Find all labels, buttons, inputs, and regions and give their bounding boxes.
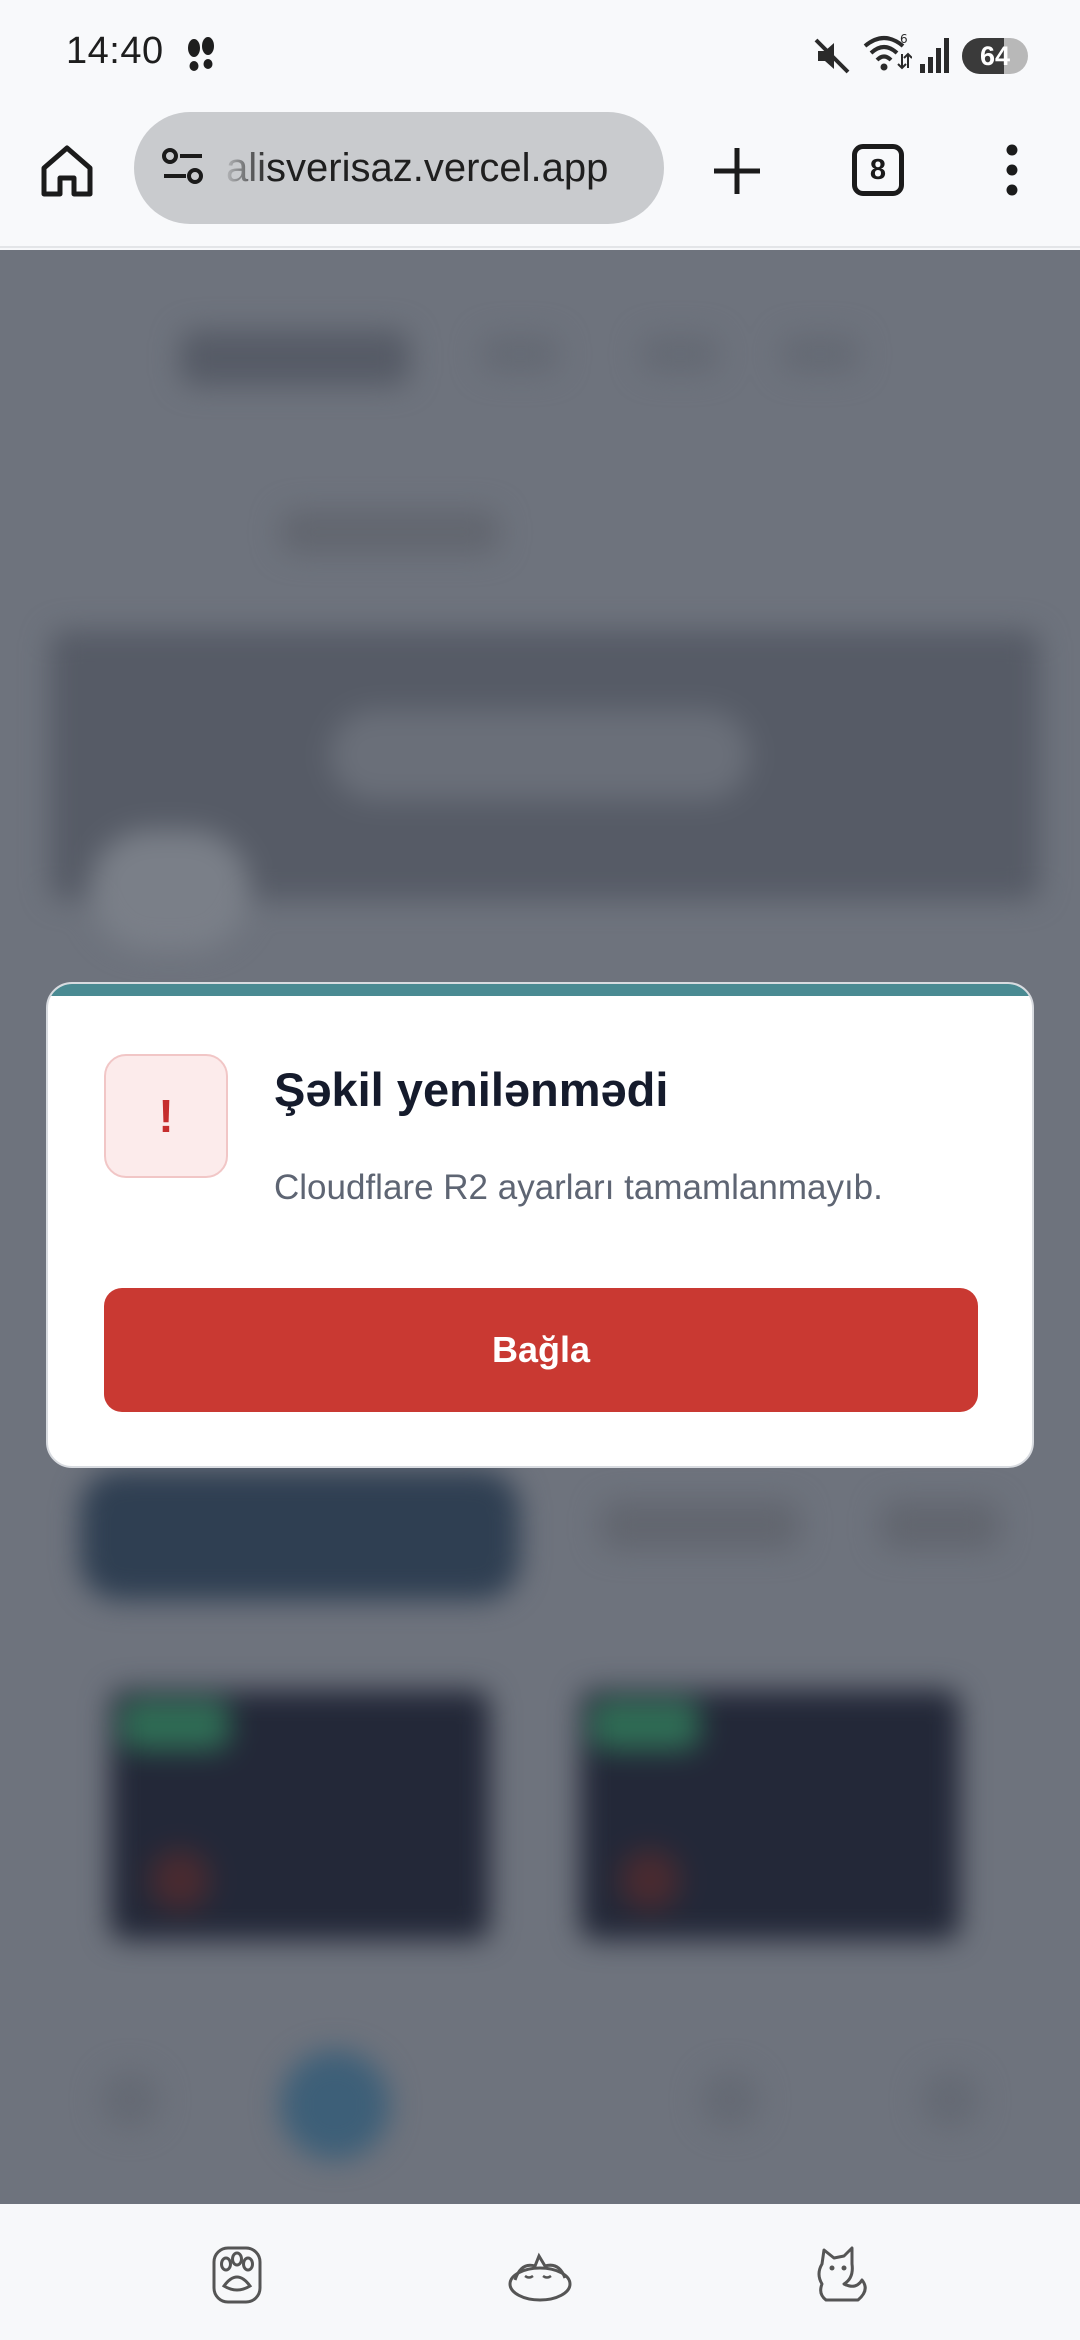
dialog-message: Cloudflare R2 ayarları tamamlanmayıb. (274, 1168, 883, 1207)
sleeping-cat-icon[interactable] (505, 2240, 575, 2310)
bottom-nav (0, 2204, 1080, 2340)
cat-icon[interactable] (808, 2240, 878, 2310)
signal-icon (920, 38, 949, 73)
address-bar[interactable]: alisverisaz.vercel.app (134, 112, 664, 224)
paw-icon[interactable] (202, 2240, 272, 2310)
dialog-title: Şəkil yenilənmədi (274, 1063, 669, 1116)
url-text[interactable]: alisverisaz.vercel.app (226, 112, 646, 224)
battery-indicator: 64 (962, 38, 1028, 74)
exclamation-icon: ! (158, 1090, 174, 1142)
browser-toolbar: alisverisaz.vercel.app 8 (0, 112, 1080, 248)
dialog-accent-bar (48, 984, 1032, 996)
wifi-badge: 6 (900, 32, 908, 46)
tab-switcher-button[interactable]: 8 (852, 144, 904, 196)
error-dialog: ! Şəkil yenilənmədi Cloudflare R2 ayarla… (46, 982, 1034, 1468)
wifi-icon: 6 (863, 32, 912, 71)
new-tab-icon[interactable] (710, 144, 764, 198)
mute-icon (814, 38, 850, 74)
alert-icon: ! (104, 1054, 228, 1178)
close-button[interactable]: Bağla (104, 1288, 978, 1412)
status-bar: 14:40 6 64 (0, 0, 1080, 112)
status-time: 14:40 (66, 30, 164, 72)
battery-level: 64 (979, 41, 1011, 71)
footsteps-icon (188, 37, 214, 71)
home-icon[interactable] (38, 142, 96, 200)
more-menu-icon[interactable] (1000, 142, 1024, 198)
site-settings-icon[interactable] (160, 146, 206, 188)
